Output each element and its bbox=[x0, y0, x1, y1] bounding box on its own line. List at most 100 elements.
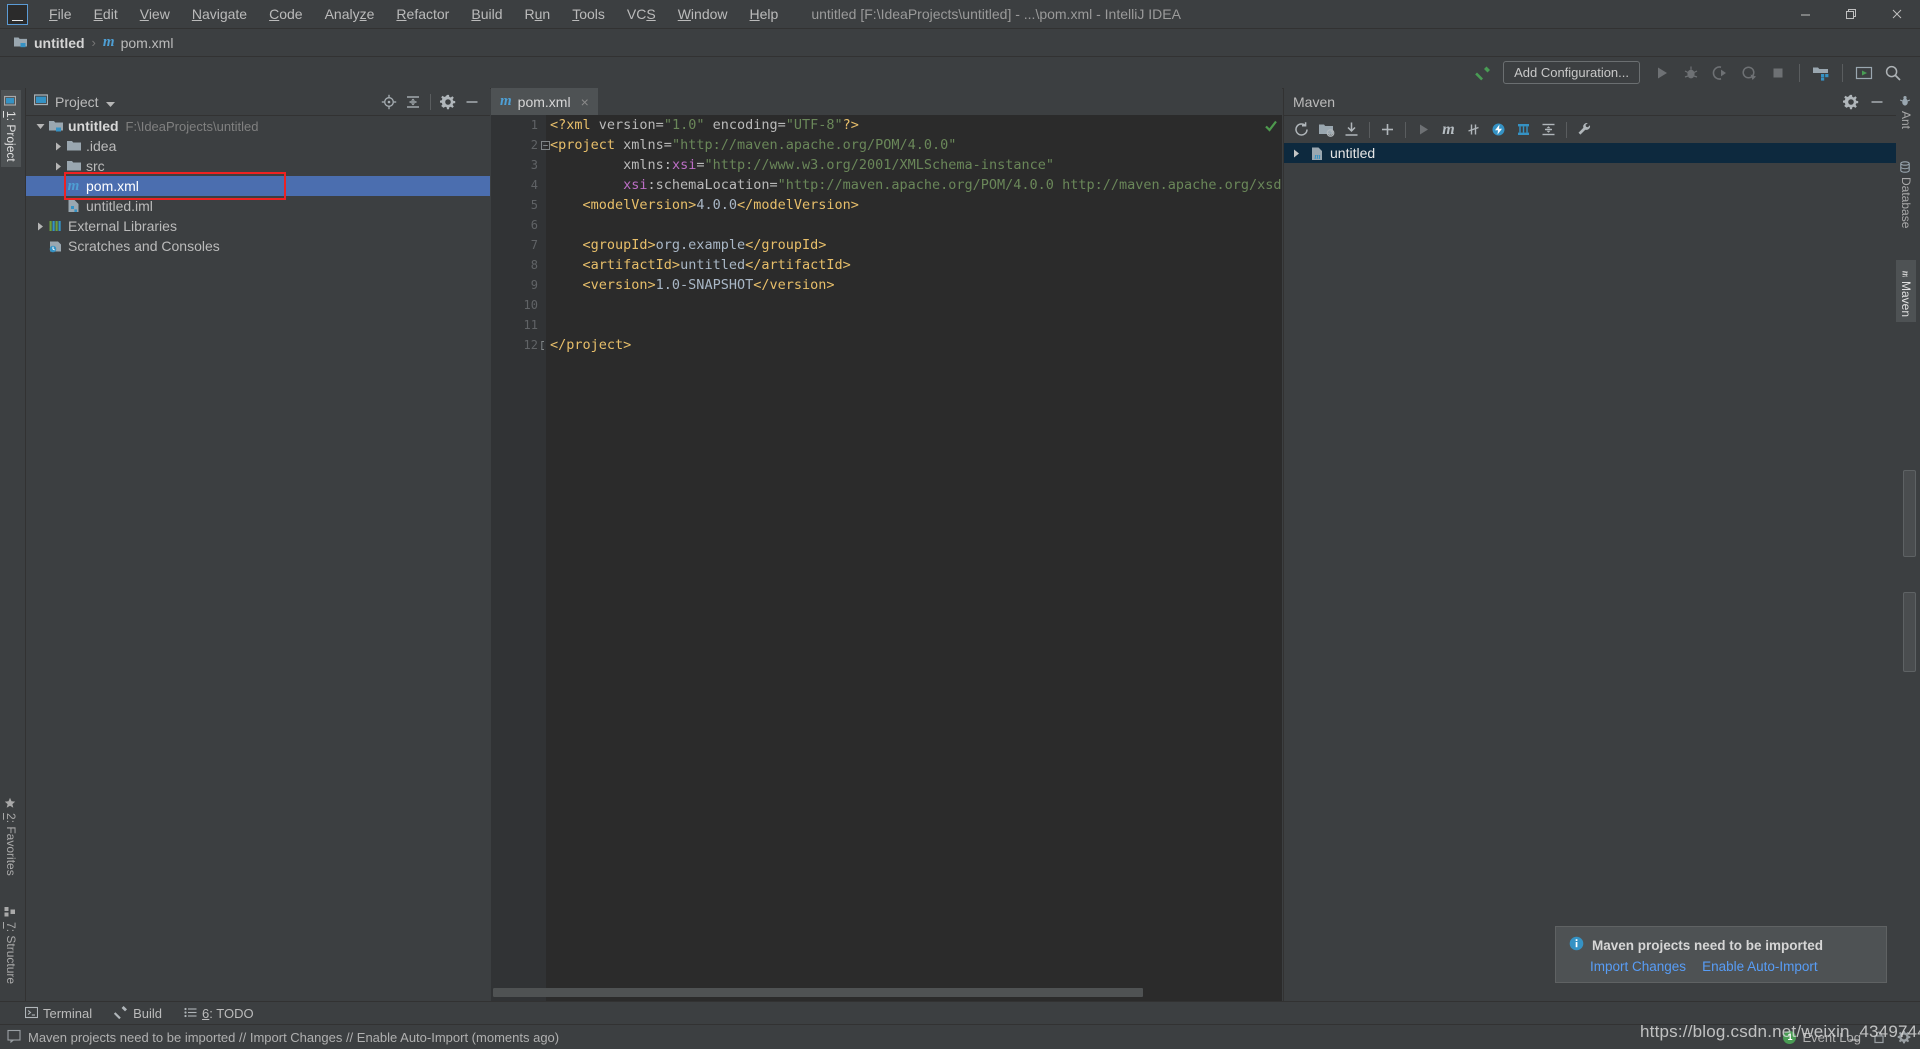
intellij-logo-icon bbox=[7, 3, 28, 25]
run-icon[interactable] bbox=[1649, 60, 1675, 86]
maven-tree-row-untitled[interactable]: m untitled bbox=[1284, 143, 1896, 163]
updates-icon[interactable] bbox=[1851, 60, 1877, 86]
menu-window[interactable]: Window bbox=[667, 2, 739, 26]
collapse-all-icon[interactable] bbox=[1537, 118, 1560, 141]
gear-icon[interactable] bbox=[1841, 92, 1861, 112]
database-icon bbox=[1900, 161, 1912, 173]
scrollbar-thumb[interactable] bbox=[493, 988, 1143, 997]
sidebar-item-maven[interactable]: m Maven bbox=[1896, 260, 1916, 323]
sidebar-item-structure[interactable]: 7: Structure bbox=[1, 901, 21, 989]
close-button[interactable] bbox=[1874, 0, 1920, 28]
gear-icon[interactable] bbox=[438, 92, 458, 112]
status-message-area[interactable]: Maven projects need to be imported // Im… bbox=[0, 1029, 559, 1046]
code-line-5: <modelVersion>4.0.0</modelVersion> bbox=[582, 197, 859, 213]
left-tool-strip: 1: Project 2: Favorites 7: Structure bbox=[0, 88, 26, 1001]
tree-label: untitled.iml bbox=[86, 198, 153, 214]
show-dependencies-icon[interactable] bbox=[1512, 118, 1535, 141]
chevron-expanded-icon[interactable] bbox=[34, 120, 47, 133]
bottom-item-build[interactable]: Build bbox=[103, 1005, 173, 1022]
chevron-collapsed-icon[interactable] bbox=[1290, 147, 1303, 160]
menu-edit[interactable]: Edit bbox=[83, 2, 129, 26]
project-structure-icon[interactable] bbox=[1808, 60, 1834, 86]
tree-row-src[interactable]: src bbox=[26, 156, 490, 176]
run-with-coverage-icon[interactable] bbox=[1707, 60, 1733, 86]
add-configuration-button[interactable]: Add Configuration... bbox=[1503, 61, 1640, 84]
breadcrumb-project[interactable]: untitled bbox=[8, 33, 90, 53]
sidebar-item-database[interactable]: Database bbox=[1896, 156, 1916, 233]
enable-auto-import-link[interactable]: Enable Auto-Import bbox=[1702, 959, 1818, 974]
chevron-collapsed-icon[interactable] bbox=[52, 160, 65, 173]
chevron-collapsed-icon[interactable] bbox=[52, 140, 65, 153]
run-icon[interactable] bbox=[1412, 118, 1435, 141]
svg-text:m: m bbox=[1900, 271, 1911, 277]
stop-icon[interactable] bbox=[1765, 60, 1791, 86]
code-line-4: xsi:schemaLocation="http://maven.apache.… bbox=[623, 177, 1282, 193]
search-everywhere-icon[interactable] bbox=[1880, 60, 1906, 86]
debug-icon[interactable] bbox=[1678, 60, 1704, 86]
breadcrumb-file[interactable]: m pom.xml bbox=[98, 32, 179, 53]
project-tree[interactable]: untitled F:\IdeaProjects\untitled .idea bbox=[26, 116, 490, 1001]
chevron-down-icon[interactable] bbox=[105, 94, 115, 110]
code-editor[interactable]: 1 2 3 4 5 6 7 8 9 10 11 12 <?xml version… bbox=[491, 115, 1282, 1001]
sidebar-item-project-label: 1: Project bbox=[4, 111, 18, 162]
menu-refactor[interactable]: Refactor bbox=[385, 2, 460, 26]
execute-goal-icon[interactable]: m bbox=[1437, 118, 1460, 141]
line-number: 7 bbox=[530, 238, 538, 252]
import-changes-link[interactable]: Import Changes bbox=[1590, 959, 1686, 974]
maven-projects-tree[interactable]: m untitled bbox=[1284, 143, 1896, 1001]
menu-code[interactable]: Code bbox=[258, 2, 313, 26]
chevron-collapsed-icon[interactable] bbox=[34, 220, 47, 233]
minimize-button[interactable] bbox=[1782, 0, 1828, 28]
bottom-item-terminal[interactable]: Terminal bbox=[14, 1006, 103, 1022]
toggle-skip-tests-icon[interactable] bbox=[1462, 118, 1485, 141]
tree-row-pom-xml[interactable]: m pom.xml bbox=[26, 176, 490, 196]
sidebar-item-ant[interactable]: Ant bbox=[1896, 90, 1916, 134]
inspection-status-icon[interactable] bbox=[1264, 119, 1278, 133]
profile-icon[interactable] bbox=[1736, 60, 1762, 86]
sidebar-item-project[interactable]: 1: Project bbox=[1, 90, 21, 167]
menu-help[interactable]: Help bbox=[739, 2, 790, 26]
editor-horizontal-scrollbar[interactable] bbox=[493, 988, 1268, 997]
maven-panel-toolbar: m bbox=[1284, 116, 1896, 144]
tree-row-idea[interactable]: .idea bbox=[26, 136, 490, 156]
tree-row-untitled[interactable]: untitled F:\IdeaProjects\untitled bbox=[26, 116, 490, 136]
watermark-text: https://blog.csdn.net/weixin_43497441 bbox=[1640, 1022, 1920, 1041]
menu-vcs[interactable]: VCS bbox=[616, 2, 667, 26]
ant-icon bbox=[1899, 95, 1912, 107]
locate-icon[interactable] bbox=[379, 92, 399, 112]
reimport-icon[interactable] bbox=[1290, 118, 1313, 141]
project-view-icon bbox=[33, 93, 49, 110]
breadcrumb-project-label: untitled bbox=[34, 34, 85, 51]
tree-row-untitled-iml[interactable]: untitled.iml bbox=[26, 196, 490, 216]
menu-view[interactable]: View bbox=[129, 2, 181, 26]
menu-build[interactable]: Build bbox=[460, 2, 513, 26]
sidebar-item-favorites[interactable]: 2: Favorites bbox=[1, 792, 21, 881]
collapse-all-icon[interactable] bbox=[403, 92, 423, 112]
code-lines[interactable]: <?xml version="1.0" encoding="UTF-8"?> <… bbox=[546, 115, 1282, 1001]
toggle-offline-icon[interactable] bbox=[1487, 118, 1510, 141]
code-line-7: <groupId>org.example</groupId> bbox=[582, 237, 827, 253]
add-maven-project-icon[interactable] bbox=[1376, 118, 1399, 141]
folder-icon bbox=[65, 138, 82, 154]
close-icon[interactable]: × bbox=[581, 94, 589, 110]
hide-icon[interactable] bbox=[462, 92, 482, 112]
maximize-button[interactable] bbox=[1828, 0, 1874, 28]
bottom-item-todo[interactable]: 6: TODO bbox=[173, 1006, 265, 1022]
scrollbar-thumb-lower[interactable] bbox=[1903, 592, 1916, 672]
menu-analyze[interactable]: Analyze bbox=[314, 2, 386, 26]
tab-pom-xml[interactable]: m pom.xml × bbox=[491, 88, 598, 115]
menu-tools[interactable]: Tools bbox=[561, 2, 616, 26]
tree-row-scratches-and-consoles[interactable]: Scratches and Consoles bbox=[26, 236, 490, 256]
wrench-icon[interactable] bbox=[1573, 118, 1596, 141]
line-number: 4 bbox=[530, 178, 538, 192]
menu-navigate[interactable]: Navigate bbox=[181, 2, 258, 26]
download-sources-icon[interactable] bbox=[1340, 118, 1363, 141]
hammer-icon[interactable] bbox=[1470, 60, 1496, 86]
editor-gutter[interactable]: 1 2 3 4 5 6 7 8 9 10 11 12 bbox=[491, 115, 550, 1001]
scrollbar-thumb-upper[interactable] bbox=[1903, 470, 1916, 557]
hide-icon[interactable] bbox=[1867, 92, 1887, 112]
menu-file[interactable]: File bbox=[38, 2, 83, 26]
tree-row-external-libraries[interactable]: External Libraries bbox=[26, 216, 490, 236]
generate-sources-icon[interactable] bbox=[1315, 118, 1338, 141]
menu-run[interactable]: Run bbox=[514, 2, 562, 26]
